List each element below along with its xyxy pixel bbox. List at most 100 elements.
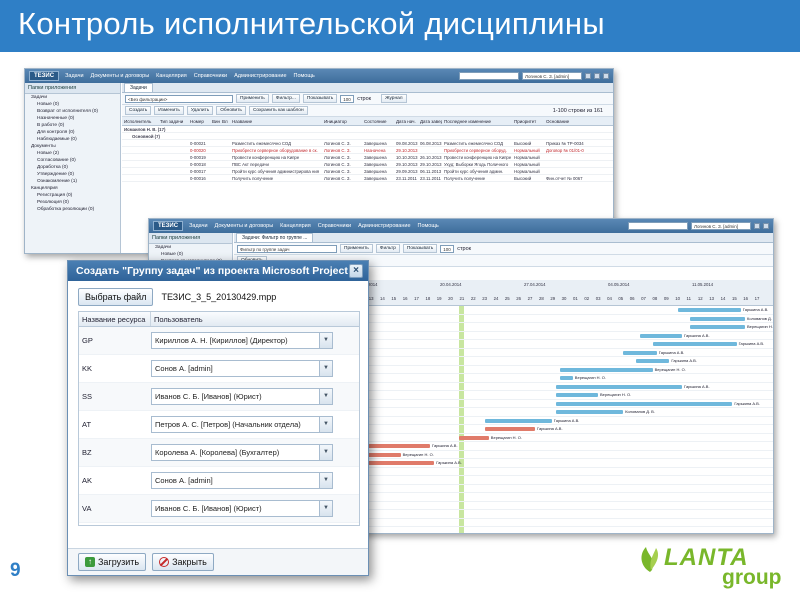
refresh-button[interactable]: Обновить xyxy=(216,106,246,115)
sidebar-item[interactable]: Новые (2) xyxy=(25,150,120,157)
chevron-down-icon[interactable]: ▼ xyxy=(319,361,332,376)
chevron-down-icon[interactable]: ▼ xyxy=(319,473,332,488)
chevron-down-icon[interactable]: ▼ xyxy=(319,389,332,404)
gantt-bar[interactable] xyxy=(560,367,653,372)
grid-col-header[interactable]: Название xyxy=(230,117,322,125)
grid-col-header[interactable]: Вл xyxy=(220,117,230,125)
sidebar-item[interactable]: Канцелярия xyxy=(25,185,120,192)
sidebar-item[interactable]: Новые (0) xyxy=(25,101,120,108)
search-input-2[interactable] xyxy=(628,222,688,230)
user-select[interactable]: Петров А. С. [Петров] (Начальник отдела)… xyxy=(151,416,333,433)
menu-documents[interactable]: Документы и договоры xyxy=(91,73,150,79)
gantt-bar[interactable] xyxy=(677,308,741,312)
user-select[interactable]: Королева А. [Королева] (Бухгалтер) ▼ xyxy=(151,444,333,461)
settings-icon[interactable] xyxy=(585,73,591,79)
rows-count-input[interactable]: 100 xyxy=(340,94,355,103)
show-checkbox-2[interactable]: Показывать xyxy=(402,244,438,253)
search-input[interactable] xyxy=(459,72,519,80)
menu-tasks-2[interactable]: Задачи xyxy=(189,223,207,229)
rows-count-input-2[interactable]: 100 xyxy=(440,244,455,253)
chevron-down-icon[interactable]: ▼ xyxy=(319,501,332,516)
user-select[interactable]: Логинов С. З. [admin] xyxy=(522,72,582,80)
user-select[interactable]: Иванов С. Б. [Иванов] (Юрист) ▼ xyxy=(151,500,333,517)
gantt-bar[interactable] xyxy=(623,350,657,355)
user-select-2[interactable]: Логинов С. З. [admin] xyxy=(691,222,751,230)
sidebar-item[interactable]: Утверждение (0) xyxy=(25,171,120,178)
gantt-bar[interactable] xyxy=(459,435,489,440)
sidebar-item[interactable]: Документы xyxy=(25,143,120,150)
table-row[interactable]: Основной (7) xyxy=(122,133,613,140)
table-row[interactable]: 0-00016 Получить получение Логинов С. З. За… xyxy=(122,175,613,182)
filter-select[interactable]: <Без фильтрации> xyxy=(125,94,233,103)
sidebar-item[interactable]: Ознакомление (1) xyxy=(25,178,120,185)
choose-file-button[interactable]: Выбрать файл xyxy=(78,288,154,306)
menu-admin[interactable]: Администрирование xyxy=(234,73,286,79)
grid-col-header[interactable]: Дата нач. xyxy=(394,117,418,125)
edit-button[interactable]: Изменить xyxy=(154,106,184,115)
menu-help-2[interactable]: Помощь xyxy=(418,223,439,229)
user-select[interactable]: Сонов А. [admin] ▼ xyxy=(151,360,333,377)
tab-filter-group[interactable]: Задачи: Фильтр по группе ... xyxy=(236,233,314,242)
save-template-button[interactable]: Сохранить как шаблон xyxy=(248,106,308,115)
tab-tasks[interactable]: Задачи xyxy=(124,83,153,92)
sidebar-item[interactable]: В работе (0) xyxy=(25,122,120,129)
table-row[interactable]: 0-00018 ПВС Акт передачи Логинов С. З. Заве… xyxy=(122,161,613,168)
grid-col-header[interactable]: Последнее изменение xyxy=(442,117,512,125)
chevron-down-icon[interactable]: ▼ xyxy=(319,445,332,460)
create-button[interactable]: Создать xyxy=(125,106,152,115)
gantt-bar[interactable] xyxy=(635,359,670,363)
journal-checkbox[interactable]: Журнал xyxy=(381,94,407,103)
gantt-bar[interactable] xyxy=(556,393,598,397)
filter-button-2[interactable]: Фильтр xyxy=(375,244,400,253)
sidebar-item[interactable]: Обработка резолюции (0) xyxy=(25,206,120,213)
grid-col-header[interactable]: Номер xyxy=(188,117,210,125)
user-select[interactable]: Иванов С. Б. [Иванов] (Юрист) ▼ xyxy=(151,388,333,405)
apply-button-2[interactable]: Применить xyxy=(340,244,373,253)
delete-button[interactable]: Удалить xyxy=(186,106,214,115)
help-icon[interactable] xyxy=(594,73,600,79)
sidebar-item[interactable]: Резолюция (0) xyxy=(25,199,120,206)
grid-col-header[interactable]: Тип задачи xyxy=(158,117,188,125)
grid-col-header[interactable]: Приоритет xyxy=(512,117,544,125)
table-row[interactable]: 0-00020 Приобрести серверное оборудование… xyxy=(122,147,613,154)
table-row[interactable]: 0-00019 Провести конференцию на Кипре Логи… xyxy=(122,154,613,161)
close-button[interactable]: Закрыть xyxy=(152,553,214,571)
grid-col-header[interactable]: Состояние xyxy=(362,117,394,125)
settings-icon-2[interactable] xyxy=(754,223,760,229)
gantt-bar[interactable] xyxy=(640,333,682,338)
filter-select-2[interactable]: Фильтр по группе задач xyxy=(237,244,337,253)
menu-references-2[interactable]: Справочники xyxy=(318,223,351,229)
menu-references[interactable]: Справочники xyxy=(194,73,227,79)
sidebar-item-2[interactable]: Новые (0) xyxy=(149,251,232,258)
sidebar-item[interactable]: Задачи xyxy=(25,94,120,101)
chevron-down-icon[interactable]: ▼ xyxy=(319,333,332,348)
table-row[interactable]: Исмаилов Н. В. (17) xyxy=(122,126,613,133)
apply-button[interactable]: Применить xyxy=(236,94,269,103)
chevron-down-icon[interactable]: ▼ xyxy=(319,417,332,432)
table-row[interactable]: 0-00017 Пройти курс обучения администриро… xyxy=(122,168,613,175)
grid-col-header[interactable]: Инициатор xyxy=(322,117,362,125)
gantt-bar[interactable] xyxy=(556,410,624,414)
gantt-bar[interactable] xyxy=(652,342,737,346)
grid-col-header[interactable]: Исполнитель xyxy=(122,117,158,125)
close-icon[interactable]: × xyxy=(349,264,363,278)
grid-col-header[interactable]: Основание xyxy=(544,117,584,125)
gantt-bar[interactable] xyxy=(690,325,745,329)
sidebar-item[interactable]: Доработка (0) xyxy=(25,164,120,171)
sidebar-item[interactable]: Назначенные (0) xyxy=(25,115,120,122)
gantt-bar[interactable] xyxy=(560,376,573,380)
sidebar-item[interactable]: Регистрация (0) xyxy=(25,192,120,199)
menu-tasks[interactable]: Задачи xyxy=(65,73,83,79)
user-select[interactable]: Сонов А. [admin] ▼ xyxy=(151,472,333,489)
gantt-bar[interactable] xyxy=(690,316,745,321)
grid-col-header[interactable]: Вин xyxy=(210,117,220,125)
sidebar-item[interactable]: Для контроля (0) xyxy=(25,129,120,136)
gantt-bar[interactable] xyxy=(484,427,535,431)
exit-icon[interactable] xyxy=(603,73,609,79)
grid-col-header[interactable]: Дата завер. xyxy=(418,117,442,125)
filter-button[interactable]: Фильтр... xyxy=(271,94,300,103)
menu-office[interactable]: Канцелярия xyxy=(156,73,187,79)
exit-icon-2[interactable] xyxy=(763,223,769,229)
gantt-bar[interactable] xyxy=(556,384,682,389)
user-select[interactable]: Кириллов А. Н. [Кириллов] (Директор) ▼ xyxy=(151,332,333,349)
